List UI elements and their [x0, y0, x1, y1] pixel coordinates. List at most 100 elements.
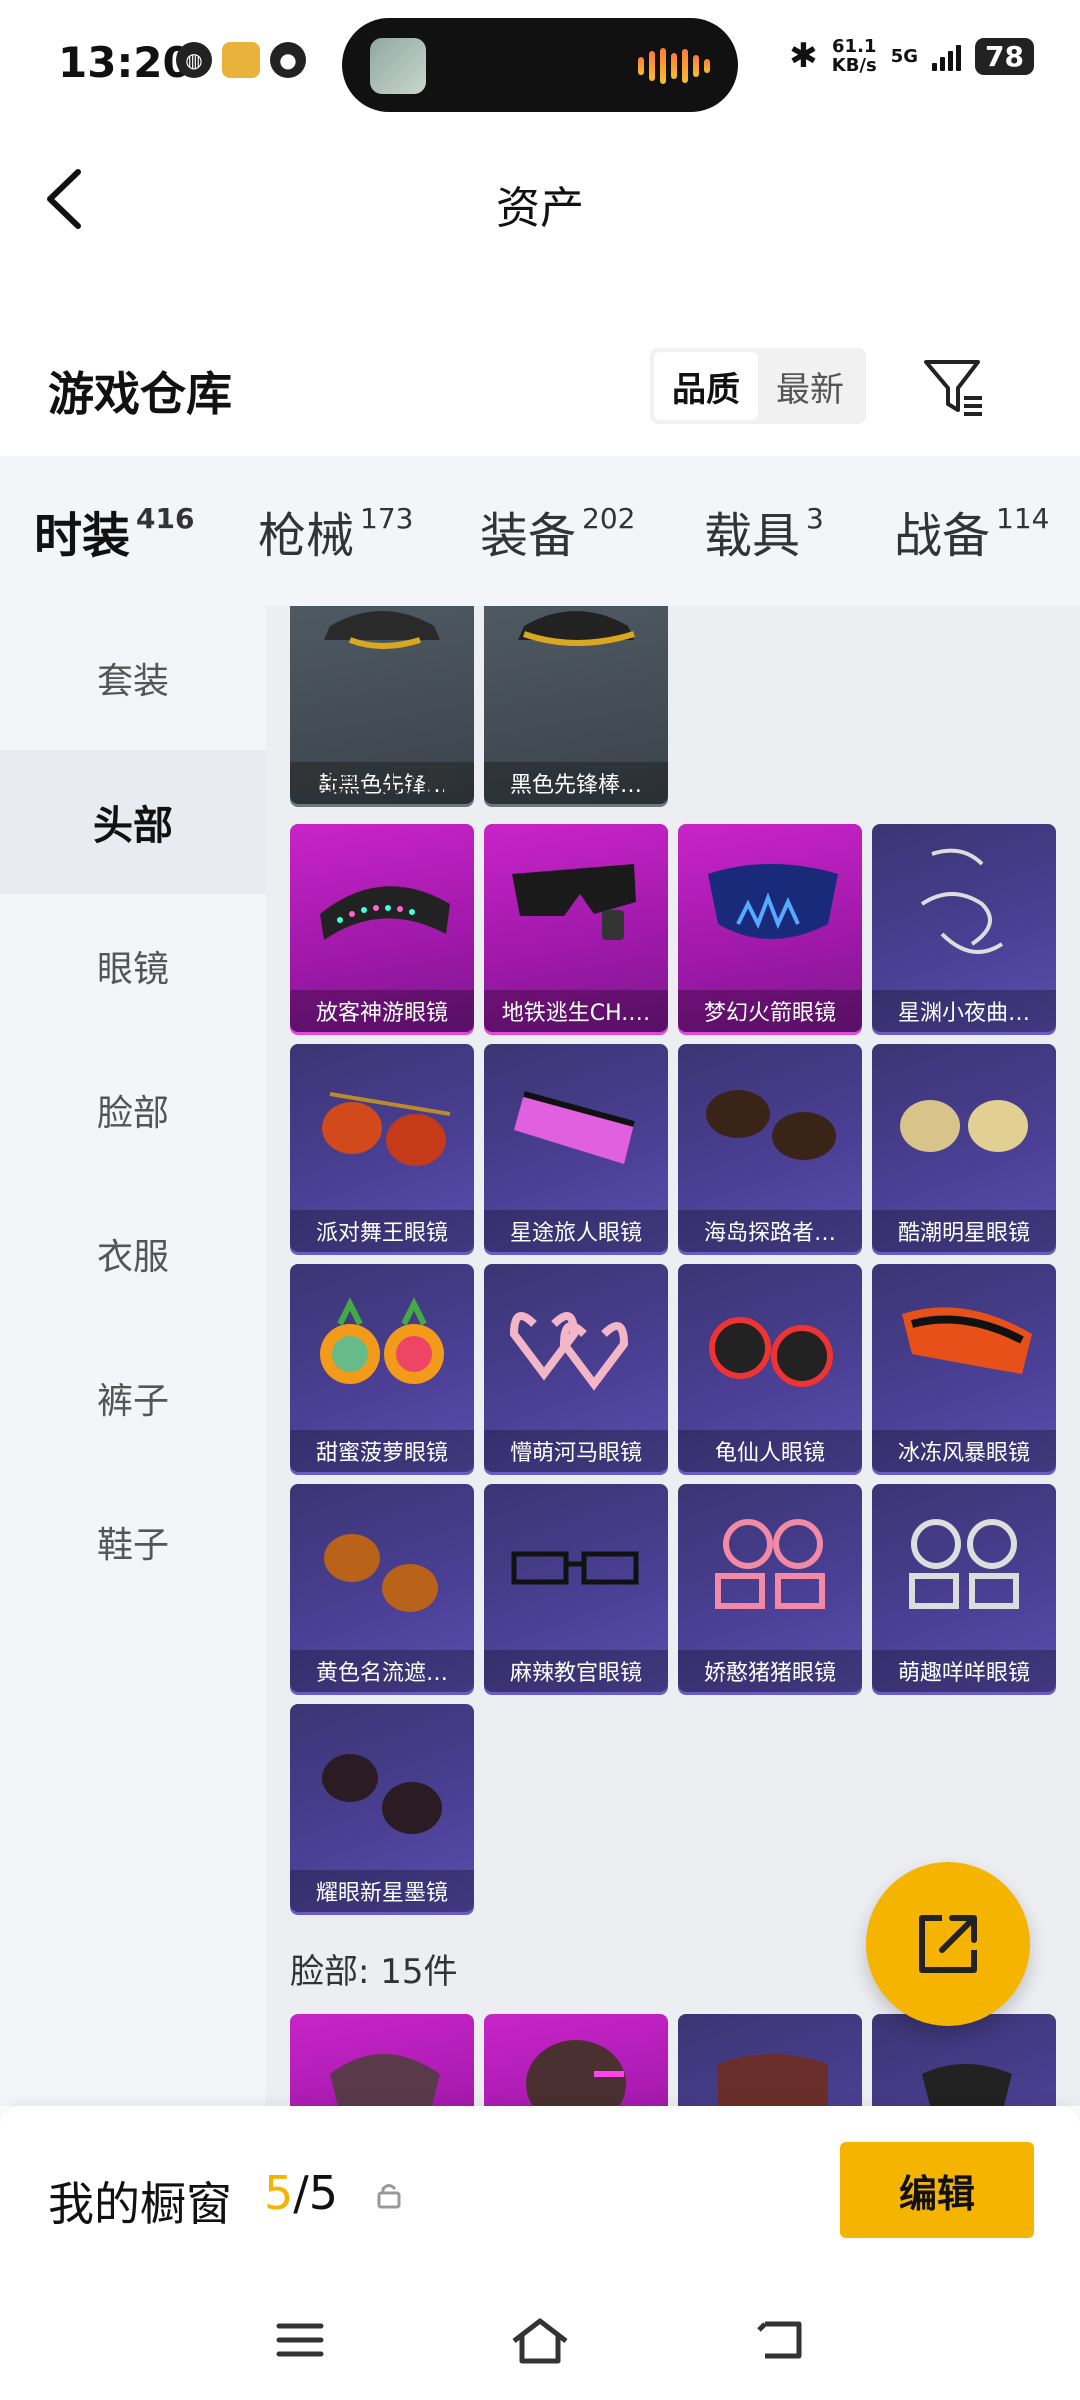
showcase-bar: 我的橱窗 5/5 编辑 [0, 2106, 1080, 2286]
tab-firearms[interactable]: 枪械 173 [258, 496, 413, 566]
sidebar-item-shoes[interactable]: 鞋子 [0, 1470, 266, 1614]
item-card[interactable] [484, 2014, 668, 2106]
item-card[interactable]: 冰冻风暴眼镜 [872, 1264, 1056, 1472]
page-title: 资产 [496, 183, 584, 234]
item-card[interactable]: 酷潮明星眼镜 [872, 1044, 1056, 1252]
gold-aviator-icon [900, 1100, 1028, 1152]
tab-equipment[interactable]: 装备 202 [480, 496, 635, 566]
brown-sunglasses-icon [706, 1090, 836, 1160]
tab-fashion[interactable]: 时装 416 [34, 496, 194, 616]
item-card[interactable]: 麻辣教官眼镜 [484, 1484, 668, 1692]
status-notification-icons: ◍ ● [176, 42, 306, 78]
tab-count: 202 [582, 502, 636, 535]
dynamic-island[interactable] [342, 18, 738, 112]
heart-glasses-icon [509, 1312, 629, 1391]
pig-glasses-icon [715, 1519, 825, 1609]
item-name: 酷潮明星眼镜 [872, 1210, 1056, 1252]
home-button[interactable] [505, 2310, 575, 2370]
tab-vehicles[interactable]: 载具 3 [704, 496, 824, 566]
item-card[interactable]: 派对舞王眼镜 [290, 1044, 474, 1252]
status-system-icons: ✱ 61.1 KB/s 5G 78 [789, 36, 1034, 76]
app-notification-icon [222, 42, 260, 78]
warehouse-title: 游戏仓库 [48, 367, 232, 421]
network-rate: 61.1 KB/s [832, 37, 877, 75]
showcase-total: /5 [293, 2166, 339, 2220]
system-nav-bar [0, 2286, 1080, 2400]
menu-icon [276, 2323, 324, 2357]
item-card[interactable]: 龟仙人眼镜 [678, 1264, 862, 1472]
sidebar-item-clothes[interactable]: 衣服 [0, 1182, 266, 1326]
rectangle-glasses-icon [511, 1551, 639, 1585]
item-card[interactable]: 星渊小夜曲… [872, 824, 1056, 1032]
sort-newest-option[interactable]: 最新 [758, 352, 862, 420]
item-card[interactable]: 星途旅人眼镜 [484, 1044, 668, 1252]
item-card[interactable]: 萌趣咩咩眼镜 [872, 1484, 1056, 1692]
showcase-current: 5 [264, 2166, 294, 2220]
amber-sunglasses-icon [324, 1534, 438, 1612]
orange-visor-icon [902, 1307, 1032, 1374]
item-name: 耀眼新星墨镜 [290, 1870, 474, 1912]
network-rate-value: 61.1 [832, 36, 877, 57]
status-bar: 13:20 ◍ ● ✱ 61.1 KB/s 5G 78 [0, 0, 1080, 120]
tab-count: 114 [996, 502, 1050, 535]
sidebar-item-pants[interactable]: 裤子 [0, 1326, 266, 1470]
item-card[interactable]: 娇憨猪猪眼镜 [678, 1484, 862, 1692]
item-name: 梦幻火箭眼镜 [678, 990, 862, 1032]
sort-quality-option[interactable]: 品质 [654, 352, 758, 420]
item-card[interactable] [290, 2014, 474, 2106]
filter-button[interactable] [918, 352, 988, 422]
audio-wave-icon [638, 48, 710, 84]
face-mask-icon [526, 2040, 626, 2106]
page-header: 资产 [0, 130, 1080, 260]
tab-label: 载具 [704, 508, 801, 564]
face-mask-icon [718, 2054, 828, 2106]
sidebar-item-face[interactable]: 脸部 [0, 1038, 266, 1182]
face-mask-icon [330, 2054, 440, 2106]
media-thumbnail [370, 38, 426, 94]
item-name: 星渊小夜曲… [872, 990, 1056, 1032]
item-name: 黑色先锋棒… [484, 762, 668, 804]
edit-button[interactable]: 编辑 [840, 2142, 1034, 2238]
black-sunglasses-icon [322, 1754, 442, 1834]
tab-label: 枪械 [258, 508, 355, 564]
item-card[interactable]: 地铁逃生CH.… [484, 824, 668, 1032]
item-card[interactable]: 放客神游眼镜 [290, 824, 474, 1032]
item-card[interactable] [678, 2014, 862, 2106]
globe-icon: ◍ [176, 42, 212, 78]
cap-icon [518, 611, 635, 646]
rocket-visor-icon [708, 864, 838, 939]
ornate-glasses-icon [920, 848, 1004, 954]
item-name: 娇憨猪猪眼镜 [678, 1650, 862, 1692]
item-card[interactable]: 懵萌河马眼镜 [484, 1264, 668, 1472]
battery-icon: 78 [975, 37, 1034, 75]
item-name: 龟仙人眼镜 [678, 1430, 862, 1472]
tab-supplies[interactable]: 战备 114 [894, 496, 1049, 566]
back-nav-button[interactable] [745, 2310, 815, 2370]
tab-label: 装备 [480, 508, 577, 564]
item-card[interactable] [872, 2014, 1056, 2106]
sidebar-item-suit[interactable]: 套装 [0, 606, 266, 750]
sidebar-item-glasses[interactable]: 眼镜 [0, 894, 266, 1038]
network-rate-unit: KB/s [831, 55, 877, 76]
item-name: 放客神游眼镜 [290, 990, 474, 1032]
item-card[interactable]: 黑色先锋棒… [484, 606, 668, 804]
item-name: 星途旅人眼镜 [484, 1210, 668, 1252]
item-name: 萌趣咩咩眼镜 [872, 1650, 1056, 1692]
menu-button[interactable] [265, 2310, 335, 2370]
share-button[interactable] [866, 1862, 1030, 2026]
item-card[interactable]: 耀眼新星墨镜 [290, 1704, 474, 1912]
pink-visor-icon [514, 1091, 635, 1164]
item-card[interactable]: 黄色名流遮… [290, 1484, 474, 1692]
showcase-count: 5/5 [264, 2166, 338, 2220]
item-card[interactable]: 梦幻火箭眼镜 [678, 824, 862, 1032]
tab-count: 173 [360, 502, 414, 535]
filter-icon [924, 360, 982, 416]
category-tabs: 时装 416 枪械 173 装备 202 载具 3 战备 114 [0, 456, 1080, 616]
home-icon [512, 2318, 568, 2364]
item-card[interactable]: 甜蜜菠萝眼镜 [290, 1264, 474, 1472]
item-card[interactable]: 海岛探路者… [678, 1044, 862, 1252]
aviator-glasses-icon [322, 1092, 451, 1166]
wechat-icon: ● [270, 42, 306, 78]
item-name: 黄色名流遮… [290, 1650, 474, 1692]
sidebar-item-head[interactable]: 头部 [0, 750, 266, 894]
